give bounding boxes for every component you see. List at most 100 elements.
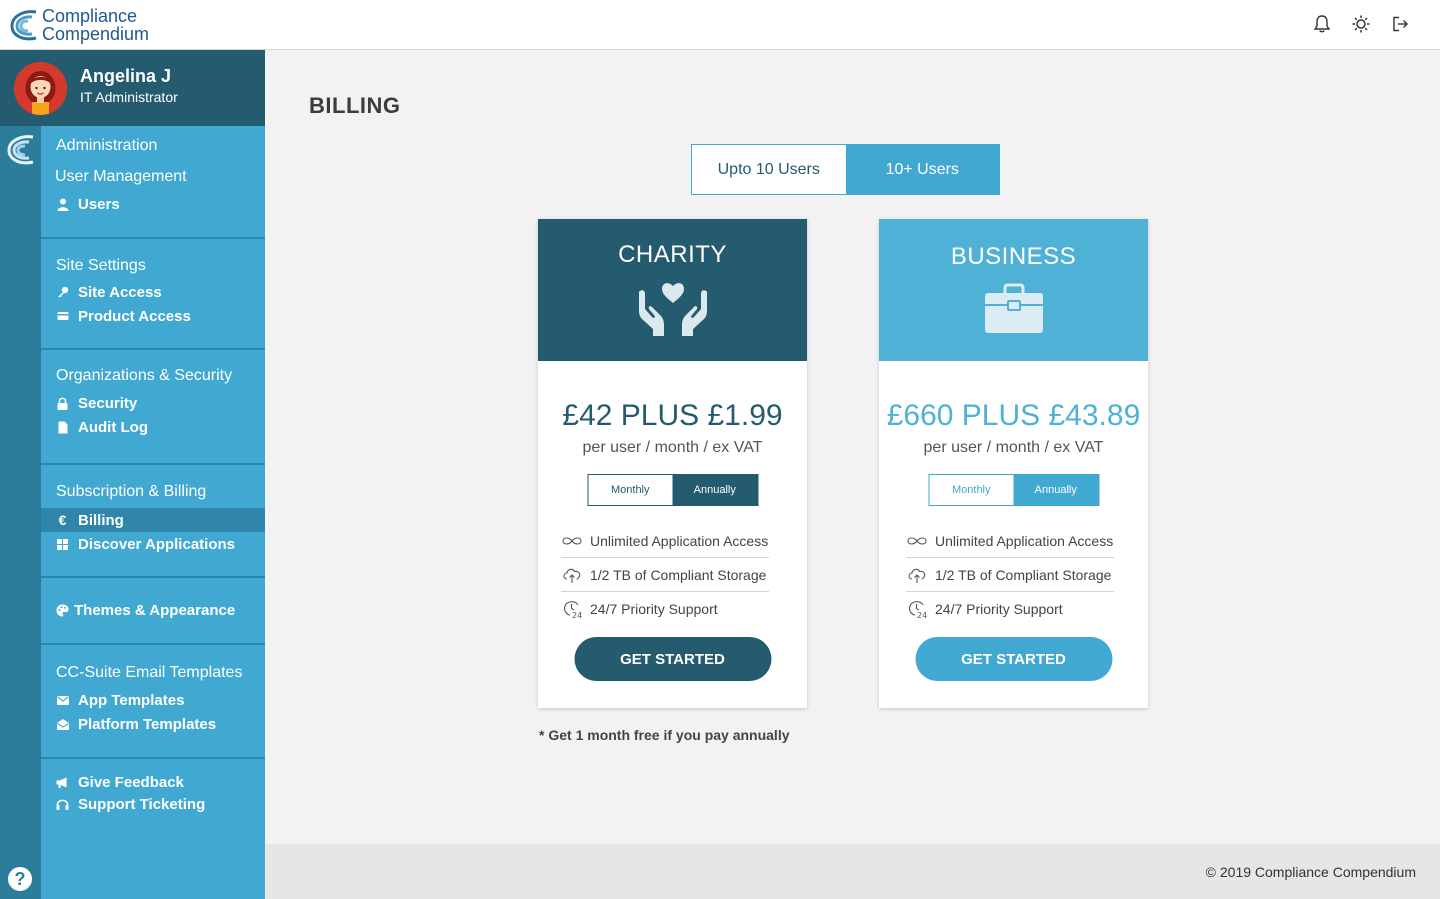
key-icon [56,286,69,299]
document-icon [56,421,69,434]
brand-line-2: Compendium [42,24,150,44]
feature-label: Unlimited Application Access [935,532,1114,549]
sidebar-item-label: App Templates [78,691,185,709]
period-annually-option[interactable]: Annually [672,475,757,505]
sun-icon[interactable] [1351,14,1371,34]
sidebar-item-platform-templates[interactable]: Platform Templates [41,712,265,736]
mail-icon [56,694,69,707]
tab-10-plus-users[interactable]: 10+ Users [845,145,999,194]
feature-item: 1/2 TB of Compliant Storage [561,558,769,592]
clock-24-icon: 24 [906,599,928,619]
sidebar-item-label: Security [78,394,138,412]
briefcase-icon [984,283,1043,333]
plan-header: BUSINESS [879,219,1148,361]
plan-price: £42 PLUS £1.99 [562,399,783,432]
sidebar-item-discover-applications[interactable]: Discover Applications [41,532,265,556]
period-monthly-option[interactable]: Monthly [929,475,1014,505]
logo-mark-icon [10,10,37,41]
megaphone-icon [56,776,69,789]
nav-group-title: Site Settings [56,257,146,274]
plan-card-business: BUSINESS £660 PLUS £43.89 per user / mon… [879,219,1148,708]
nav-group-subscription-billing: Subscription & Billing € Billing Discove… [41,465,265,578]
nav-group-organizations-security: Organizations & Security Security Audit … [41,350,265,465]
nav-group-support: Give Feedback Support Ticketing [41,759,265,839]
logout-icon[interactable] [1390,14,1410,34]
plan-features: Unlimited Application Access 1/2 TB of C… [906,524,1114,626]
tab-upto-10-users[interactable]: Upto 10 Users [692,145,846,194]
plan-header: CHARITY [538,219,807,361]
plan-name: BUSINESS [950,243,1077,270]
period-annually-option[interactable]: Annually [1013,475,1098,505]
sidebar-item-product-access[interactable]: Product Access [41,304,265,328]
sidebar-item-users[interactable]: Users [41,192,265,216]
sidebar-nav: Administration User Management Users Sit… [41,126,265,899]
sidebar-item-themes-appearance[interactable]: Themes & Appearance [41,598,265,622]
plan-price: £660 PLUS £43.89 [886,399,1141,432]
feature-label: Unlimited Application Access [590,532,769,549]
clock-24-icon: 24 [561,599,583,619]
infinity-icon [906,531,928,551]
sidebar-item-label: Audit Log [78,418,148,436]
period-monthly-option[interactable]: Monthly [588,475,673,505]
help-icon[interactable]: ? [8,867,32,891]
feature-label: 24/7 Priority Support [590,601,718,617]
brand-logo[interactable]: Compliance Compendium [8,6,149,44]
feature-item: Unlimited Application Access [906,524,1114,558]
nav-group-user-management: User Management Users [41,126,265,239]
plan-features: Unlimited Application Access 1/2 TB of C… [561,524,769,626]
lock-icon [56,397,69,410]
nav-group-site-settings: Site Settings Site Access Product Access [41,239,265,350]
brand-name: Compliance Compendium [42,7,149,43]
page-title: BILLING [309,93,401,118]
sidebar-item-label: Discover Applications [78,535,235,553]
nav-group-title: CC-Suite Email Templates [56,664,243,681]
feature-label: 1/2 TB of Compliant Storage [590,566,767,583]
sidebar-item-app-templates[interactable]: App Templates [41,688,265,712]
bell-icon[interactable] [1312,14,1332,34]
user-icon [56,198,69,211]
user-profile[interactable]: Angelina J IT Administrator [0,50,265,126]
feature-item: 24 24/7 Priority Support [906,592,1114,626]
svg-text:24: 24 [917,611,927,619]
billing-period-toggle: Monthly Annually [928,474,1099,506]
sidebar-item-label: Users [78,195,120,213]
sidebar-item-site-access[interactable]: Site Access [41,280,265,304]
infinity-icon [561,531,583,551]
profile-role: IT Administrator [80,89,178,105]
sidebar-item-label: Themes & Appearance [74,601,236,619]
nav-group-themes: Themes & Appearance [41,578,265,645]
mail-open-icon [56,718,69,731]
sidebar-item-audit-log[interactable]: Audit Log [41,415,265,439]
profile-name: Angelina J [80,66,172,86]
rail-logo-icon [7,135,34,165]
sidebar-rail: ? [0,50,41,899]
plan-price-unit: per user / month / ex VAT [923,439,1104,456]
cloud-upload-icon [906,565,928,585]
feature-item: 24 24/7 Priority Support [561,592,769,626]
get-started-button[interactable]: GET STARTED [574,637,771,681]
sidebar-item-label: Support Ticketing [78,795,206,813]
nav-group-title: Subscription & Billing [56,483,207,500]
nav-group-title: User Management [55,168,187,185]
sidebar-item-security[interactable]: Security [41,391,265,415]
sidebar-item-billing[interactable]: € Billing [41,508,265,532]
copyright-text: © 2019 Compliance Compendium [1205,864,1416,880]
sidebar-item-label: Site Access [78,283,162,301]
sidebar-item-support-ticketing[interactable]: Support Ticketing [41,792,265,816]
brand-line-1: Compliance [42,6,138,26]
sidebar-item-label: Product Access [78,307,191,325]
feature-label: 1/2 TB of Compliant Storage [935,566,1112,583]
plan-name: CHARITY [618,241,727,268]
nav-group-title: Organizations & Security [56,367,233,384]
feature-label: 24/7 Priority Support [935,601,1063,617]
feature-item: 1/2 TB of Compliant Storage [906,558,1114,592]
card-icon [56,310,69,323]
user-tier-tabs: Upto 10 Users 10+ Users [691,144,1000,195]
get-started-button[interactable]: GET STARTED [915,637,1112,681]
grid-icon [56,538,69,551]
sidebar-item-label: Platform Templates [78,715,217,733]
sidebar-item-give-feedback[interactable]: Give Feedback [41,770,265,794]
sidebar-item-label: Give Feedback [78,773,184,791]
euro-icon: € [58,512,67,528]
palette-icon [56,604,69,617]
